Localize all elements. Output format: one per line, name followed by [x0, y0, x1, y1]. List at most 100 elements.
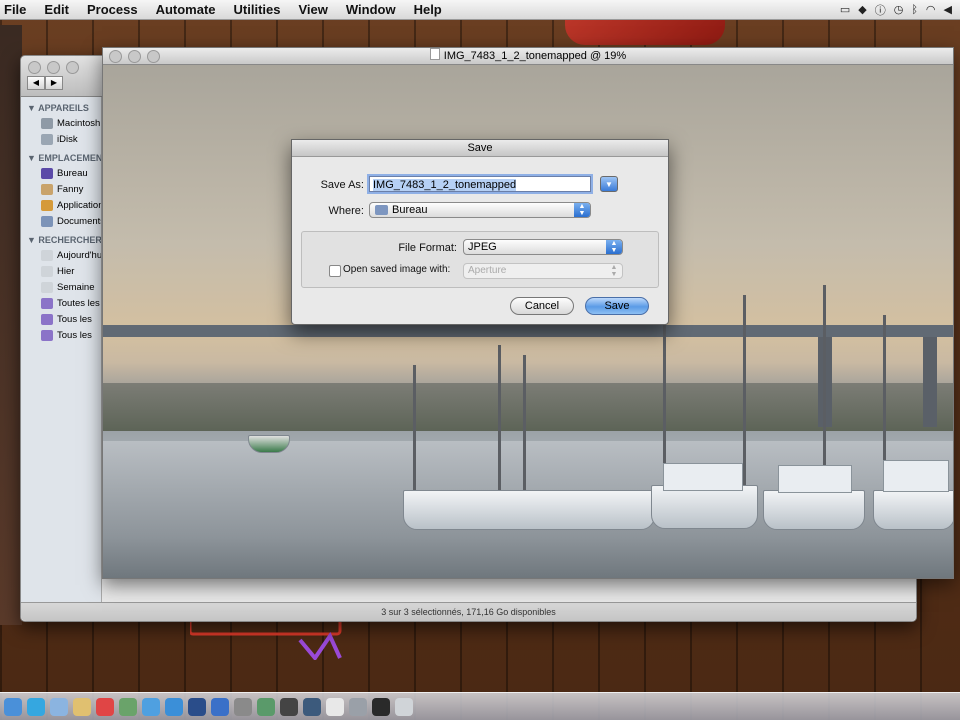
open-with-popup[interactable]: Aperture ▲ ▼: [463, 263, 623, 279]
sidebar-item[interactable]: Semaine: [21, 279, 101, 295]
wifi-icon[interactable]: ◠: [926, 3, 936, 16]
close-button[interactable]: [109, 50, 122, 63]
forward-arrow-icon[interactable]: ▶: [45, 76, 63, 90]
save-as-input[interactable]: IMG_7483_1_2_tonemapped: [369, 176, 591, 192]
save-as-label: Save As:: [320, 179, 364, 191]
sidebar-section-header[interactable]: ▼ EMPLACEMENTS: [21, 147, 101, 165]
photo-mast: [413, 365, 416, 505]
sidebar-item[interactable]: Macintosh: [21, 115, 101, 131]
photo-mast: [498, 345, 501, 505]
sidebar-item[interactable]: Applications: [21, 197, 101, 213]
trash-dock-icon[interactable]: [395, 697, 413, 716]
menu-file[interactable]: File: [0, 2, 35, 17]
sidebar-item[interactable]: Documents: [21, 213, 101, 229]
dashboard-dock-icon[interactable]: [372, 697, 390, 716]
file-format-popup[interactable]: JPEG ▲ ▼: [463, 239, 623, 255]
applications-icon: [41, 199, 53, 211]
utilities-dock-icon[interactable]: [349, 697, 367, 716]
mail-dock-icon[interactable]: [50, 697, 68, 716]
safari-dock-icon[interactable]: [165, 697, 183, 716]
minimize-button[interactable]: [47, 61, 60, 74]
minimize-button[interactable]: [128, 50, 141, 63]
aperture-dock-icon[interactable]: [280, 697, 298, 716]
lightroom-dock-icon[interactable]: [303, 697, 321, 716]
preview-dock-icon[interactable]: [73, 697, 91, 716]
sidebar-item-label: Tous les: [57, 329, 92, 341]
save-as-value: IMG_7483_1_2_tonemapped: [373, 179, 517, 191]
expand-dialog-button[interactable]: ▼: [600, 176, 618, 192]
clock-icon: [41, 249, 53, 261]
popup-arrows-icon: ▲ ▼: [610, 264, 618, 278]
photo-motorboat: [651, 485, 758, 529]
info-icon[interactable]: ⓘ: [875, 2, 886, 18]
sidebar-item-label: Applications: [57, 199, 101, 211]
save-button[interactable]: Save: [585, 297, 649, 315]
where-value: Bureau: [392, 204, 428, 216]
hard-drive-icon: [41, 117, 53, 129]
photo-mast: [743, 295, 746, 505]
calendar-dock-icon[interactable]: [96, 697, 114, 716]
photo-small-boat: [248, 435, 290, 453]
menu-utilities[interactable]: Utilities: [225, 2, 290, 17]
file-format-value: JPEG: [468, 241, 497, 253]
sidebar-section-header[interactable]: ▼ APPAREILS: [21, 97, 101, 115]
photo-boat-cabin: [778, 465, 852, 493]
where-popup[interactable]: Bureau ▲ ▼: [369, 202, 591, 218]
menu-help[interactable]: Help: [405, 2, 451, 17]
file-format-label: File Format:: [398, 242, 457, 254]
smart-folder-icon: [41, 297, 53, 309]
smart-folder-icon: [41, 329, 53, 341]
sidebar-item[interactable]: Aujourd'hui: [21, 247, 101, 263]
sidebar-item-label: iDisk: [57, 133, 78, 145]
image-window-controls: [109, 50, 160, 63]
itunes-dock-icon[interactable]: [211, 697, 229, 716]
sidebar-item[interactable]: Tous les: [21, 311, 101, 327]
finder-nav-buttons: ◀ ▶: [27, 76, 63, 90]
sidebar-item[interactable]: Hier: [21, 263, 101, 279]
sidebar-item[interactable]: iDisk: [21, 131, 101, 147]
contacts-dock-icon[interactable]: [119, 697, 137, 716]
sidebar-item-label: Bureau: [57, 167, 88, 179]
menu-view[interactable]: View: [289, 2, 336, 17]
bluetooth-icon[interactable]: ᛒ: [911, 4, 918, 16]
dock: [0, 692, 960, 720]
time-machine-icon[interactable]: ◷: [894, 3, 904, 16]
photoshop-dock-icon[interactable]: [188, 697, 206, 716]
menu-edit[interactable]: Edit: [35, 2, 78, 17]
finder-dock-icon[interactable]: [4, 697, 22, 716]
sidebar-section-header[interactable]: ▼ RECHERCHER: [21, 229, 101, 247]
camera-icon[interactable]: ▭: [840, 3, 850, 16]
close-button[interactable]: [28, 61, 41, 74]
finder-sidebar: ▼ APPAREILS Macintosh iDisk ▼ EMPLACEMENTS B…: [21, 97, 102, 602]
cancel-button[interactable]: Cancel: [510, 297, 574, 315]
sidebar-item-label: Macintosh: [57, 117, 101, 129]
dropbox-icon[interactable]: ◆: [858, 3, 866, 16]
menu-bar-status-area: ▭ ◆ ⓘ ◷ ᛒ ◠ ◀: [840, 2, 960, 18]
menu-process[interactable]: Process: [78, 2, 147, 17]
photomatix-dock-icon[interactable]: [257, 697, 275, 716]
sidebar-item[interactable]: Toutes les: [21, 295, 101, 311]
sidebar-item[interactable]: Tous les: [21, 327, 101, 343]
sidebar-item-label: Aujourd'hui: [57, 249, 102, 261]
iphoto-dock-icon[interactable]: [142, 697, 160, 716]
textedit-dock-icon[interactable]: [326, 697, 344, 716]
popup-arrows-icon: ▲ ▼: [606, 240, 622, 254]
zoom-button[interactable]: [147, 50, 160, 63]
sidebar-item[interactable]: Bureau: [21, 165, 101, 181]
sidebar-item-label: Tous les: [57, 313, 92, 325]
open-saved-image-label: Open saved image with:: [343, 264, 451, 275]
sidebar-item-label: Toutes les: [57, 297, 100, 309]
chevron-down-icon: ▼: [605, 180, 613, 189]
sidebar-item[interactable]: Fanny: [21, 181, 101, 197]
volume-icon[interactable]: ◀: [944, 3, 952, 16]
menu-automate[interactable]: Automate: [147, 2, 225, 17]
sidebar-item-label: Hier: [57, 265, 75, 277]
zoom-button[interactable]: [66, 61, 79, 74]
skype-dock-icon[interactable]: [27, 697, 45, 716]
menu-window[interactable]: Window: [337, 2, 405, 17]
system-preferences-dock-icon[interactable]: [234, 697, 252, 716]
open-saved-image-checkbox[interactable]: [329, 265, 341, 277]
clock-icon: [41, 281, 53, 293]
back-arrow-icon[interactable]: ◀: [27, 76, 45, 90]
photo-boat-cabin: [883, 460, 949, 492]
